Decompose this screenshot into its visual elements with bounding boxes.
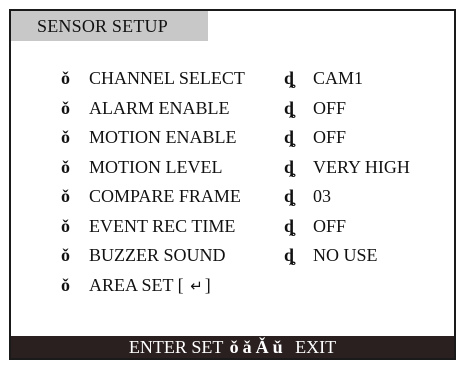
separator-icon: ȡ — [284, 245, 295, 265]
menu-item-alarm-enable[interactable]: ǒ ALARM ENABLE ȡ OFF — [61, 96, 451, 126]
separator-icon: ȡ — [284, 127, 295, 147]
selector-mark-icon: ǒ — [61, 68, 70, 88]
menu-item-value[interactable]: 03 — [313, 184, 331, 208]
menu-item-label: ALARM ENABLE — [89, 97, 230, 118]
area-set-bracket: ] — [204, 274, 211, 295]
menu-item-value[interactable]: OFF — [313, 214, 346, 238]
menu-item-compare-frame[interactable]: ǒ COMPARE FRAME ȡ 03 — [61, 184, 451, 214]
help-bar: ENTER SET ǒǎǍǔ EXIT — [11, 336, 454, 358]
menu-item-label: AREA SET [ ↵] — [89, 273, 211, 298]
menu-item-value[interactable]: OFF — [313, 96, 346, 120]
menu-item-label: MOTION ENABLE — [89, 127, 237, 147]
menu-item-motion-enable[interactable]: ǒ MOTION ENABLE ȡ OFF — [61, 125, 451, 155]
menu-item-channel-select[interactable]: ǒ CHANNEL SELECT ȡ CAM1 — [61, 66, 451, 96]
arrow-right-icon: ǔ — [272, 337, 283, 357]
selector-mark-icon: ǒ — [61, 127, 70, 147]
page-title: SENSOR SETUP — [11, 11, 208, 41]
separator-icon: ȡ — [284, 156, 295, 177]
separator-icon: ȡ — [284, 186, 295, 206]
menu-item-value[interactable]: CAM1 — [313, 66, 363, 90]
arrow-down-icon: ǎ — [242, 337, 252, 357]
separator-icon: ȡ — [284, 97, 295, 118]
settings-menu: ǒ CHANNEL SELECT ȡ CAM1 ǒ ALARM ENABLE ȡ… — [61, 66, 451, 302]
separator-icon: ȡ — [284, 215, 295, 236]
separator-icon: ȡ — [284, 68, 295, 88]
menu-item-area-set[interactable]: ǒ AREA SET [ ↵] — [61, 273, 451, 303]
help-exit-label: EXIT — [295, 337, 337, 357]
menu-item-label: MOTION LEVEL — [89, 156, 223, 177]
selector-mark-icon: ǒ — [61, 274, 70, 295]
enter-key-icon[interactable]: ↵ — [188, 274, 205, 298]
help-set-label: SET — [191, 337, 224, 357]
arrow-up-icon: ǒ — [229, 337, 239, 357]
selector-mark-icon: ǒ — [61, 215, 70, 236]
menu-item-value[interactable]: NO USE — [313, 243, 378, 267]
menu-item-value[interactable]: OFF — [313, 125, 346, 149]
menu-item-label: CHANNEL SELECT — [89, 68, 245, 88]
arrow-left-icon: Ǎ — [255, 337, 269, 357]
selector-mark-icon: ǒ — [61, 245, 70, 265]
osd-menu-frame: SENSOR SETUP ǒ CHANNEL SELECT ȡ CAM1 ǒ A… — [9, 9, 456, 360]
menu-item-value[interactable]: VERY HIGH — [313, 155, 410, 179]
area-set-label: AREA SET [ — [89, 274, 184, 295]
selector-mark-icon: ǒ — [61, 97, 70, 118]
menu-item-motion-level[interactable]: ǒ MOTION LEVEL ȡ VERY HIGH — [61, 155, 451, 185]
selector-mark-icon: ǒ — [61, 186, 70, 206]
help-enter-label: ENTER — [128, 337, 187, 357]
menu-item-label: BUZZER SOUND — [89, 245, 226, 265]
menu-item-buzzer-sound[interactable]: ǒ BUZZER SOUND ȡ NO USE — [61, 243, 451, 273]
selector-mark-icon: ǒ — [61, 156, 70, 177]
menu-item-event-rec-time[interactable]: ǒ EVENT REC TIME ȡ OFF — [61, 214, 451, 244]
menu-item-label: COMPARE FRAME — [89, 186, 241, 206]
menu-item-label: EVENT REC TIME — [89, 215, 236, 236]
